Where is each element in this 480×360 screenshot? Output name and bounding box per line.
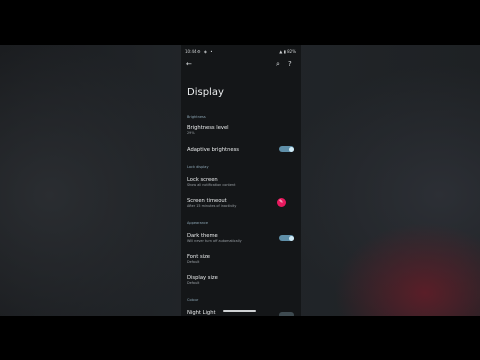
- section-lock-display: Lock display: [187, 165, 209, 169]
- section-brightness: Brightness: [187, 115, 206, 119]
- section-appearance: Appearance: [187, 221, 209, 225]
- touch-icon: ✎: [279, 199, 284, 205]
- section-colour: Colour: [187, 298, 199, 302]
- setting-display-size[interactable]: Display size Default: [187, 275, 297, 285]
- toggle-knob: [288, 235, 294, 241]
- wifi-icon: ◈: [203, 49, 208, 54]
- toggle-knob: [288, 146, 294, 152]
- night-light-toggle[interactable]: [279, 312, 294, 316]
- video-frame: 10:44 ⚙ ◈ • ▲ ▮ 82% ← ⌕ ? Display Bright…: [0, 45, 480, 316]
- setting-brightness-level[interactable]: Brightness level 29%: [187, 125, 297, 135]
- arrow-back-icon[interactable]: ←: [186, 61, 192, 68]
- gesture-nav-bar[interactable]: [223, 310, 256, 312]
- search-icon[interactable]: ⌕: [276, 61, 280, 68]
- setting-font-size[interactable]: Font size Default: [187, 254, 297, 264]
- phone-screen: 10:44 ⚙ ◈ • ▲ ▮ 82% ← ⌕ ? Display Bright…: [181, 45, 301, 316]
- status-bar: 10:44 ⚙ ◈ • ▲ ▮ 82%: [181, 48, 301, 56]
- brightness-level-value: 29%: [187, 131, 195, 135]
- gear-icon: ⚙: [197, 49, 202, 54]
- setting-lock-screen[interactable]: Lock screen Show all notification conten…: [187, 177, 297, 187]
- font-size-sub: Default: [187, 260, 200, 264]
- status-icons: ⚙ ◈ •: [197, 49, 214, 54]
- app-bar: ← ⌕ ?: [181, 59, 301, 71]
- status-time: 10:44: [185, 49, 197, 54]
- adaptive-brightness-toggle[interactable]: [279, 146, 294, 152]
- signal-icon: ▲: [279, 49, 283, 54]
- battery-icon: ▮: [283, 49, 286, 54]
- touch-indicator: ✎: [277, 198, 286, 207]
- status-right: ▲ ▮ 82%: [279, 49, 296, 54]
- dark-theme-toggle[interactable]: [279, 235, 294, 241]
- lock-screen-sub: Show all notification content: [187, 183, 236, 187]
- display-size-sub: Default: [187, 281, 200, 285]
- battery-percent: 82%: [287, 49, 296, 54]
- notification-icon: •: [210, 49, 214, 54]
- page-title: Display: [187, 87, 224, 98]
- help-icon[interactable]: ?: [288, 61, 292, 68]
